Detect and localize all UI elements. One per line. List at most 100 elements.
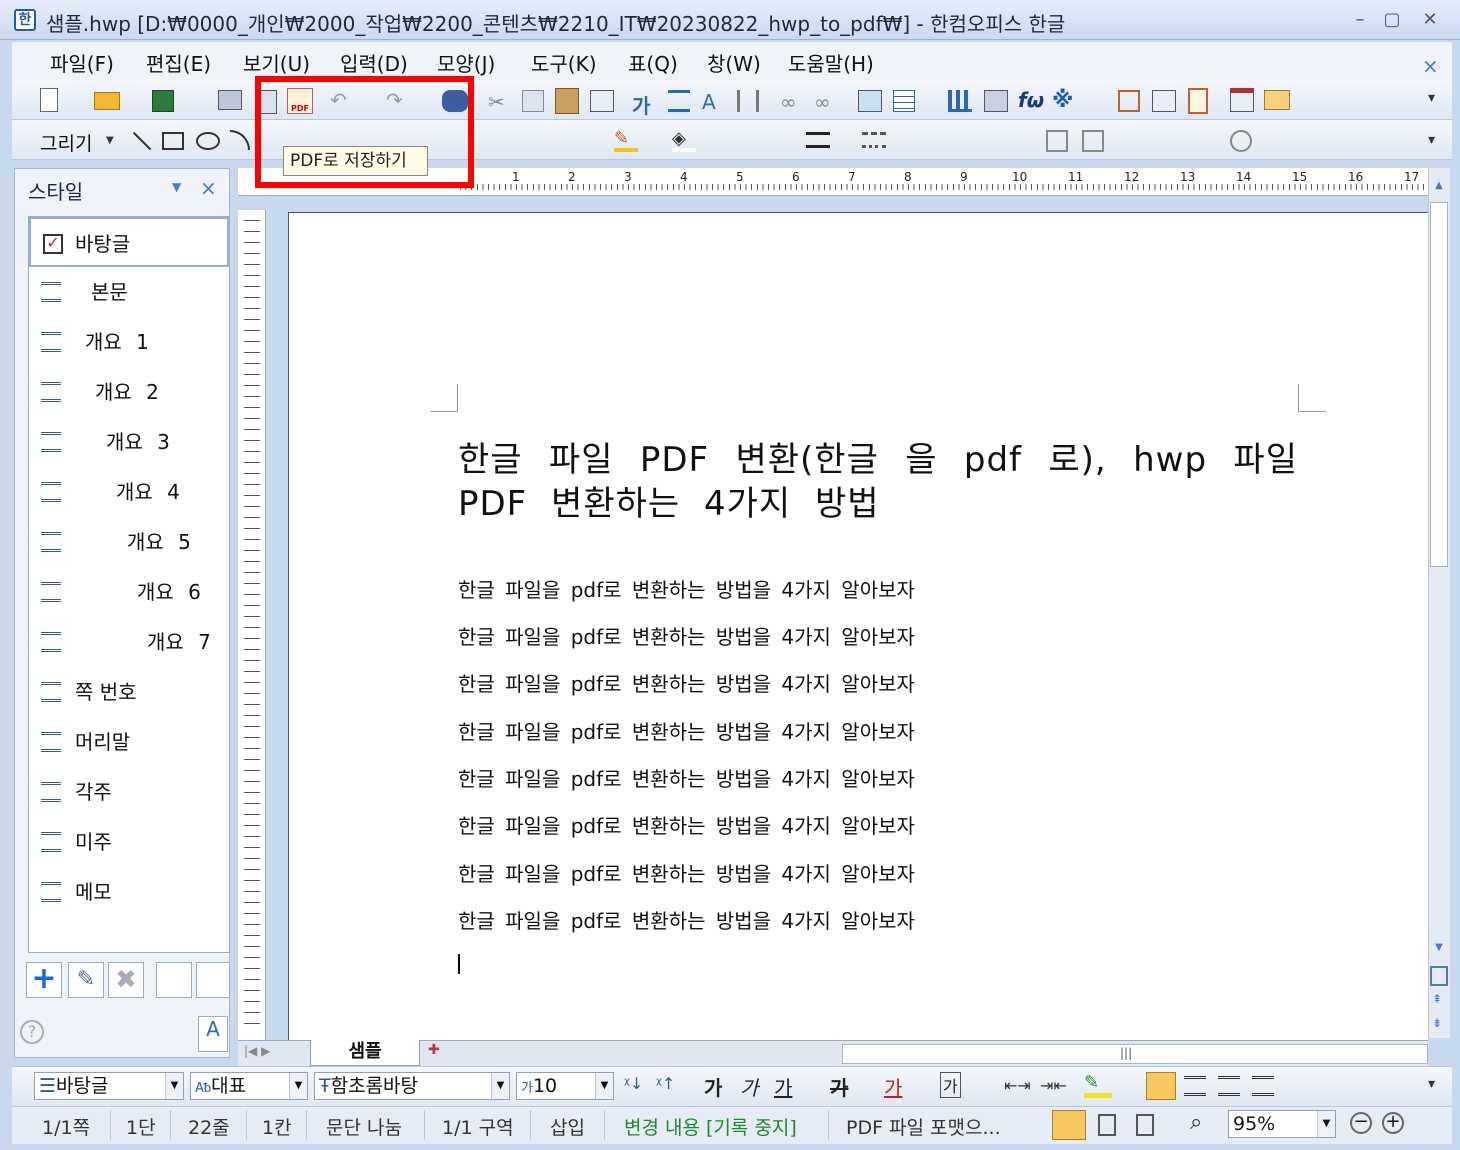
group-icon[interactable] — [1230, 130, 1252, 152]
style-item-outline-5[interactable]: 개요 5 — [29, 517, 229, 567]
underline-button[interactable]: 가 — [774, 1072, 792, 1101]
unlink-icon[interactable]: ∞ — [814, 90, 838, 114]
page-view-icon[interactable] — [1430, 966, 1448, 986]
char-shape-icon[interactable]: 가 — [632, 90, 656, 118]
new-tab-icon[interactable]: ✚ — [428, 1042, 458, 1064]
language-combo[interactable]: Aᵬ대표 ▼ — [190, 1072, 308, 1100]
edit-style-icon[interactable]: ✎ — [68, 962, 104, 998]
document-paragraph[interactable]: 한글 파일을 pdf로 변환하는 방법을 4가지 알아보자 — [458, 621, 915, 650]
open-folder-icon[interactable] — [94, 92, 120, 110]
draw-menu-button[interactable]: 그리기 — [40, 129, 92, 156]
web-view-icon[interactable] — [1098, 1114, 1116, 1136]
pen-color-icon[interactable]: ✎ — [614, 128, 638, 152]
page-view-status-icon[interactable] — [1136, 1114, 1154, 1136]
maximize-button[interactable]: ▢ — [1376, 8, 1408, 32]
style-item-batanggeul[interactable]: ✓ 바탕글 — [29, 217, 229, 267]
layout-icon[interactable] — [1118, 90, 1140, 112]
style-item-footnote[interactable]: 각주 — [29, 767, 229, 817]
vertical-scroll-thumb[interactable] — [1430, 202, 1448, 567]
book-icon[interactable] — [1264, 90, 1290, 110]
menu-view[interactable]: 보기(U) — [243, 48, 310, 77]
char-spacing-wide-icon[interactable]: ⇥⇤ — [1040, 1076, 1067, 1095]
symbol-icon[interactable]: ※ — [1052, 88, 1076, 113]
toolbar-overflow-icon[interactable]: ▾ — [1428, 90, 1435, 106]
menu-format[interactable]: 모양(J) — [437, 48, 495, 77]
document-paragraph[interactable]: 한글 파일을 pdf로 변환하는 방법을 4가지 알아보자 — [458, 858, 915, 887]
font-color-button[interactable]: 가 — [884, 1072, 902, 1101]
paste-icon[interactable] — [555, 88, 579, 114]
hyperlink-icon[interactable]: ∞ — [780, 90, 804, 114]
char-box-button[interactable]: 가 — [940, 1072, 961, 1098]
style-combo[interactable]: ☰바탕글 ▼ — [34, 1072, 184, 1100]
document-paragraph[interactable]: 한글 파일을 pdf로 변환하는 방법을 4가지 알아보자 — [458, 905, 915, 934]
menu-file[interactable]: 파일(F) — [50, 48, 114, 77]
document-paragraph[interactable]: 한글 파일을 pdf로 변환하는 방법을 4가지 알아보자 — [458, 810, 915, 839]
style-item-header[interactable]: 머리말 — [29, 717, 229, 767]
format-overflow-icon[interactable]: ▾ — [1428, 1076, 1435, 1092]
horizontal-scrollbar[interactable] — [842, 1044, 1428, 1064]
menu-table[interactable]: 표(Q) — [628, 48, 678, 77]
add-style-icon[interactable]: + — [26, 962, 62, 998]
italic-button[interactable]: 가 — [740, 1072, 758, 1101]
style-item-bonmun[interactable]: 본문 — [29, 267, 229, 317]
help-icon[interactable]: ? — [20, 1020, 44, 1044]
new-document-icon[interactable] — [40, 88, 58, 112]
style-item-outline-4[interactable]: 개요 4 — [29, 467, 229, 517]
align-left-icon[interactable] — [1184, 1076, 1206, 1096]
highlight-icon[interactable]: ✎ — [1084, 1072, 1112, 1098]
save-icon[interactable] — [152, 90, 174, 112]
zoom-combo[interactable]: 95% ▼ — [1228, 1110, 1336, 1138]
menu-close-icon[interactable]: × — [1422, 54, 1439, 78]
prev-page-icon[interactable]: ⇞ — [1432, 992, 1442, 1006]
minimize-button[interactable]: – — [1344, 8, 1376, 32]
document-paragraph[interactable]: 한글 파일을 pdf로 변환하는 방법을 4가지 알아보자 — [458, 716, 915, 745]
style-item-outline-6[interactable]: 개요 6 — [29, 567, 229, 617]
style-item-page-number[interactable]: 쪽 번호 — [29, 667, 229, 717]
style-tab-icon[interactable]: A — [198, 1016, 228, 1052]
scroll-down-icon[interactable]: ▼ — [1430, 942, 1448, 960]
close-button[interactable]: ✕ — [1414, 8, 1446, 32]
line-style-icon[interactable] — [862, 132, 886, 148]
ellipse-icon[interactable] — [196, 132, 220, 150]
app-icon[interactable]: 한 — [14, 9, 36, 31]
menu-tools[interactable]: 도구(K) — [531, 48, 597, 77]
tab-sample[interactable]: 샘플 — [310, 1040, 420, 1066]
tab-nav-icon[interactable]: |◀ ▶ — [244, 1044, 270, 1058]
char-spacing-narrow-icon[interactable]: ⇤⇥ — [1004, 1076, 1031, 1095]
status-track-changes[interactable]: 변경 내용 [기록 중지] — [624, 1113, 797, 1140]
toolbar2-overflow-icon[interactable]: ▾ — [1428, 132, 1435, 148]
scroll-up-icon[interactable]: ▲ — [1430, 180, 1448, 198]
document-paragraph[interactable]: 한글 파일을 pdf로 변환하는 방법을 4가지 알아보자 — [458, 574, 915, 603]
status-insert-mode[interactable]: 삽입 — [550, 1113, 585, 1140]
style-item-outline-2[interactable]: 개요 2 — [29, 367, 229, 417]
font-combo[interactable]: Ŧ함초롬바탕 ▼ — [314, 1072, 510, 1100]
zoom-in-icon[interactable]: + — [1382, 1112, 1404, 1134]
cut-icon[interactable]: ✂ — [488, 90, 510, 114]
bold-button[interactable]: 가 — [704, 1072, 722, 1101]
align-justify-icon[interactable] — [1146, 1072, 1176, 1100]
edit-icon[interactable] — [590, 90, 614, 112]
columns-icon[interactable] — [737, 90, 759, 112]
presentation-icon[interactable] — [1230, 88, 1254, 112]
font-shrink-icon[interactable]: ᵡ↓ — [624, 1074, 643, 1093]
line-weight-icon[interactable] — [806, 132, 830, 148]
formula-icon[interactable]: fω — [1018, 88, 1044, 112]
menu-edit[interactable]: 편집(E) — [146, 48, 211, 77]
align-right-icon[interactable] — [1252, 1076, 1274, 1096]
pane-close-icon[interactable]: × — [200, 176, 217, 200]
bring-front-icon[interactable] — [1046, 130, 1068, 152]
import-style-icon[interactable] — [156, 962, 192, 998]
page-border-icon[interactable] — [1188, 88, 1208, 114]
send-back-icon[interactable] — [1082, 130, 1104, 152]
style-item-memo[interactable]: 메모 — [29, 867, 229, 917]
style-item-outline-7[interactable]: 개요 7 — [29, 617, 229, 667]
chart-3d-icon[interactable] — [984, 90, 1008, 112]
picture-icon[interactable] — [858, 90, 882, 112]
para-shape-icon[interactable] — [668, 90, 690, 112]
table-icon[interactable] — [893, 90, 915, 112]
document-title[interactable]: 한글 파일 PDF 변환(한글 을 pdf 로), hwp 파일 PDF 변환하… — [458, 438, 1298, 526]
align-center-icon[interactable] — [1218, 1076, 1240, 1096]
next-page-icon[interactable]: ⇟ — [1432, 1016, 1442, 1030]
fill-color-icon[interactable]: ◈ — [672, 128, 696, 152]
print-icon[interactable] — [218, 90, 242, 110]
